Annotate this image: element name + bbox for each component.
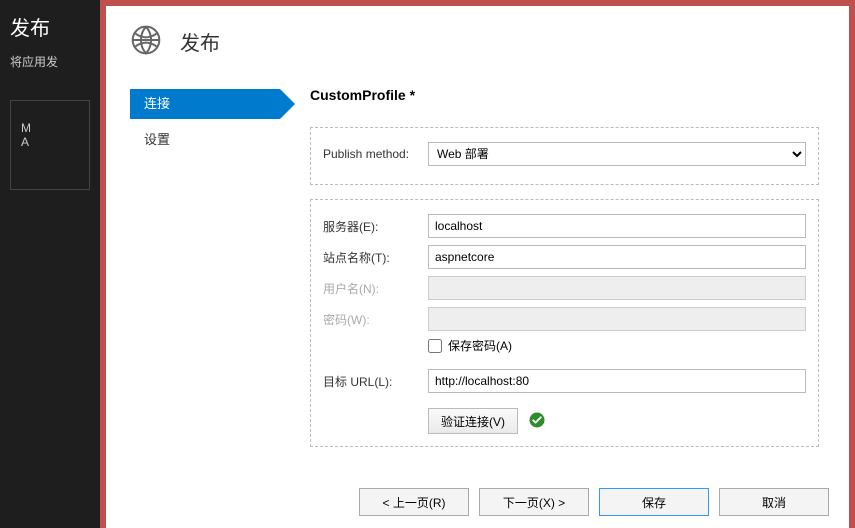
- connection-section: 服务器(E): 站点名称(T): 用户名(N): 密码(W): 保: [310, 199, 819, 447]
- bg-box-line: M: [21, 121, 79, 135]
- site-name-input[interactable]: [428, 245, 806, 269]
- next-button[interactable]: 下一页(X) >: [479, 488, 589, 516]
- dest-url-label: 目标 URL(L):: [323, 373, 428, 390]
- server-input[interactable]: [428, 214, 806, 238]
- bg-box-line: A: [21, 135, 79, 149]
- dialog-header: 发布: [106, 6, 849, 87]
- wizard-nav: 连接 设置: [130, 87, 280, 461]
- prev-button[interactable]: < 上一页(R): [359, 488, 469, 516]
- bg-target-box: M A: [10, 100, 90, 190]
- validate-connection-button[interactable]: 验证连接(V): [428, 408, 518, 434]
- password-label: 密码(W):: [323, 311, 428, 328]
- publish-method-label: Publish method:: [323, 147, 428, 161]
- site-name-label: 站点名称(T):: [323, 249, 428, 266]
- globe-icon: [130, 24, 162, 59]
- form-area: CustomProfile * Publish method: Web 部署 服…: [280, 87, 849, 461]
- save-password-label: 保存密码(A): [448, 337, 512, 354]
- publish-method-select[interactable]: Web 部署: [428, 142, 806, 166]
- profile-name: CustomProfile *: [310, 87, 819, 103]
- cancel-button[interactable]: 取消: [719, 488, 829, 516]
- publish-method-section: Publish method: Web 部署: [310, 127, 819, 185]
- username-input: [428, 276, 806, 300]
- password-input: [428, 307, 806, 331]
- bg-subtitle: 将应用发: [10, 53, 90, 70]
- dest-url-input[interactable]: [428, 369, 806, 393]
- nav-step-connection[interactable]: 连接: [130, 89, 280, 119]
- success-check-icon: [528, 411, 546, 432]
- bg-title: 发布: [10, 12, 90, 41]
- publish-dialog: 发布 连接 设置 CustomProfile * Publish method:…: [100, 0, 855, 528]
- username-label: 用户名(N):: [323, 280, 428, 297]
- save-button[interactable]: 保存: [599, 488, 709, 516]
- server-label: 服务器(E):: [323, 218, 428, 235]
- vs-publish-background: 发布 将应用发 M A: [0, 0, 100, 528]
- dialog-title: 发布: [180, 27, 220, 56]
- save-password-checkbox[interactable]: [428, 339, 442, 353]
- dialog-button-bar: < 上一页(R) 下一页(X) > 保存 取消: [359, 488, 829, 516]
- nav-step-settings[interactable]: 设置: [130, 125, 280, 155]
